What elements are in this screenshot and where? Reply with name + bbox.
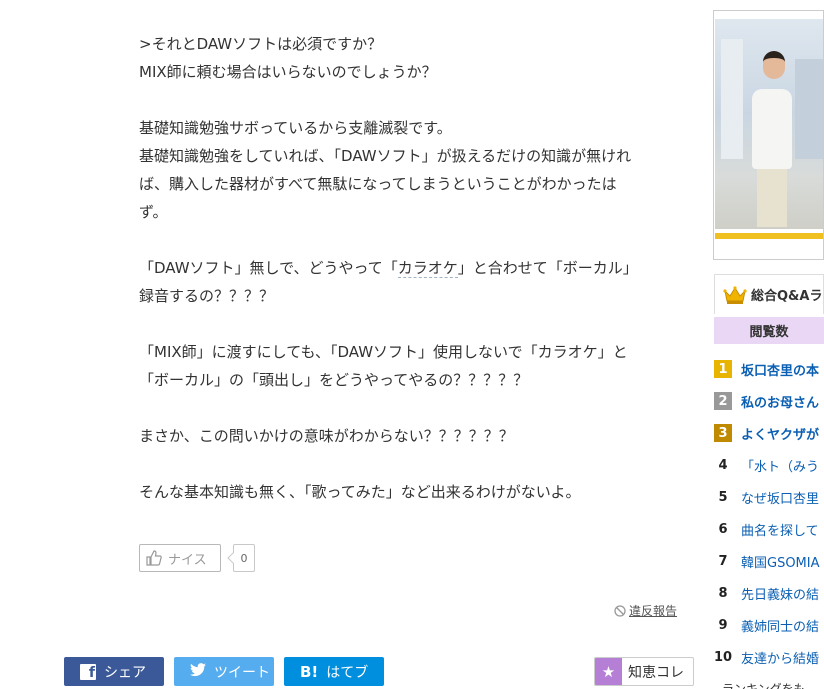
- answer-text-fragment: 」と合わせて「ボーカル」: [457, 259, 638, 277]
- advertisement-photo: [715, 19, 823, 229]
- answer-paragraph: >それとDAWソフトは必須ですか？ MIX師に頼む場合はいらないのでしょうか？: [139, 30, 679, 86]
- chie-collection-label: 知恵コレ: [628, 664, 684, 681]
- ranking-list: 1 坂口杏里の本 2 私のお母さん 3 よくヤクザが 4 「水ト（みう 5 なぜ坂口杏里 …: [714, 353, 824, 673]
- answer-line: まさか、この問いかけの意味がわからない？？？？？？: [139, 427, 514, 445]
- ranking-item-link[interactable]: 私のお母さん: [741, 392, 819, 411]
- tab-views[interactable]: 閲覧数: [714, 317, 824, 344]
- ranking-item: 4 「水ト（みう: [714, 449, 824, 481]
- prohibit-icon: [614, 604, 626, 617]
- rank-number: 8: [718, 585, 728, 601]
- answer-line: そんな基本知識も無く、「歌ってみた」など出来るわけがないよ。: [139, 483, 581, 501]
- answer-line: >それとDAWソフトは必須ですか？: [139, 35, 383, 53]
- star-icon: ★: [595, 658, 622, 685]
- ranking-item-link[interactable]: 坂口杏里の本: [741, 360, 819, 379]
- nice-count-badge: 0: [233, 544, 255, 572]
- ranking-item-link[interactable]: なぜ坂口杏里: [741, 488, 819, 507]
- ranking-item: 1 坂口杏里の本: [714, 353, 824, 385]
- ranking-item: 8 先日義妹の結: [714, 577, 824, 609]
- answer-line: 「ボーカル」の「頭出し」をどうやってやるの？？？？？: [139, 371, 529, 389]
- ranking-header: 総合Q&Aラ: [714, 274, 824, 314]
- ranking-item-link[interactable]: 韓国GSOMIA: [741, 552, 820, 571]
- chie-collection-button[interactable]: ★ 知恵コレ: [594, 657, 694, 686]
- answer-text-fragment: 「DAWソフト」無しで、どうやって「: [139, 259, 398, 277]
- answer-line: 「MIX師」に渡すにしても、「DAWソフト」使用しないで「カラオケ」と: [139, 343, 628, 361]
- ranking-item: 5 なぜ坂口杏里: [714, 481, 824, 513]
- rank-number: 1: [714, 360, 732, 378]
- twitter-share-label: ツイート: [214, 664, 270, 681]
- rank-number: 6: [718, 521, 728, 537]
- ranking-title: 総合Q&Aラ: [751, 289, 823, 304]
- ranking-item: 6 曲名を探して: [714, 513, 824, 545]
- ranking-item-link[interactable]: 曲名を探して: [741, 520, 819, 539]
- ranking-item-link[interactable]: よくヤクザが: [741, 424, 819, 443]
- ranking-item: 7 韓国GSOMIA: [714, 545, 824, 577]
- ranking-item-link[interactable]: 義姉同士の結: [741, 616, 819, 635]
- twitter-bird-icon: [190, 662, 206, 681]
- rank-number: 4: [718, 457, 728, 473]
- ranking-more-link[interactable]: ランキングをも: [722, 680, 806, 689]
- answer-line: 録音するの？？？？: [139, 287, 275, 305]
- answer-line: 基礎知識勉強サボっているから支離滅裂です。: [139, 119, 452, 137]
- rank-number: 2: [714, 392, 732, 410]
- crown-icon: [723, 285, 747, 304]
- report-link-area: 違反報告: [614, 602, 677, 619]
- nice-button[interactable]: ナイス: [139, 544, 221, 572]
- advertisement-banner[interactable]: [713, 10, 824, 260]
- ranking-item-link[interactable]: 先日義妹の結: [741, 584, 819, 603]
- ranking-item: 10 友達から結婚: [714, 641, 824, 673]
- answer-paragraph: 「MIX師」に渡すにしても、「DAWソフト」使用しないで「カラオケ」と 「ボーカ…: [139, 338, 679, 394]
- answer-line: MIX師に頼む場合はいらないのでしょうか？: [139, 63, 437, 81]
- advertisement-accent-bar: [715, 233, 823, 239]
- keyword-karaoke-link[interactable]: カラオケ: [397, 259, 458, 278]
- ranking-item: 3 よくヤクザが: [714, 417, 824, 449]
- hatena-b-icon: B!: [300, 662, 319, 681]
- twitter-share-button[interactable]: ツイート: [174, 657, 274, 686]
- ranking-item-link[interactable]: 友達から結婚: [741, 648, 819, 667]
- answer-line: 「DAWソフト」無しで、どうやって「カラオケ」と合わせて「ボーカル」: [139, 254, 679, 282]
- answer-paragraph: 基礎知識勉強サボっているから支離滅裂です。 基礎知識勉強をしていれば、「DAWソ…: [139, 114, 679, 226]
- thumbs-up-icon: [146, 550, 162, 566]
- nice-label: ナイス: [168, 552, 207, 568]
- ranking-item-link[interactable]: 「水ト（みう: [741, 456, 819, 475]
- answer-paragraph: 「DAWソフト」無しで、どうやって「カラオケ」と合わせて「ボーカル」 録音するの…: [139, 254, 679, 310]
- answer-line: 基礎知識勉強をしていれば、「DAWソフト」が扱えるだけの知識が無けれ: [139, 147, 632, 165]
- hatena-bookmark-label: はてブ: [326, 664, 369, 681]
- rank-number: 3: [714, 424, 732, 442]
- ranking-item: 9 義姉同士の結: [714, 609, 824, 641]
- rank-number: 9: [718, 617, 728, 633]
- rank-number: 10: [714, 649, 733, 665]
- answer-paragraph: そんな基本知識も無く、「歌ってみた」など出来るわけがないよ。: [139, 478, 679, 506]
- answer-line: ず。: [139, 203, 168, 221]
- facebook-share-label: シェア: [104, 664, 146, 681]
- answer-paragraph: まさか、この問いかけの意味がわからない？？？？？？: [139, 422, 679, 450]
- report-link[interactable]: 違反報告: [629, 602, 677, 619]
- hatena-bookmark-button[interactable]: B! はてブ: [284, 657, 384, 686]
- facebook-share-button[interactable]: f シェア: [64, 657, 164, 686]
- ranking-item: 2 私のお母さん: [714, 385, 824, 417]
- facebook-icon: f: [80, 663, 96, 680]
- answer-body: >それとDAWソフトは必須ですか？ MIX師に頼む場合はいらないのでしょうか？ …: [139, 30, 679, 534]
- rank-number: 5: [718, 489, 728, 505]
- answer-line: ば、購入した器材がすべて無駄になってしまうということがわかったは: [139, 175, 617, 193]
- rank-number: 7: [718, 553, 728, 569]
